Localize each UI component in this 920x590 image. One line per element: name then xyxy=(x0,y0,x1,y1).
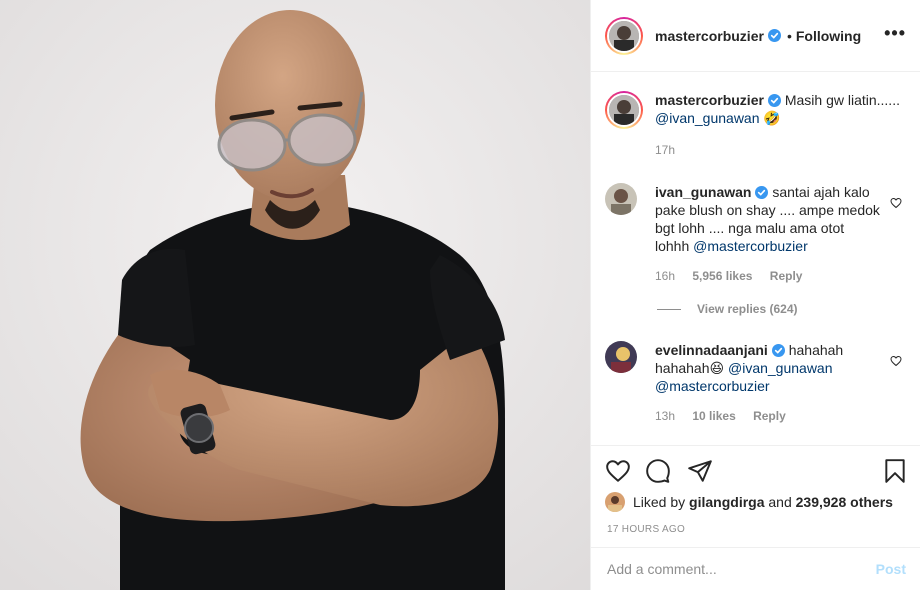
avatar-image xyxy=(605,492,625,512)
caption-avatar[interactable] xyxy=(605,91,643,129)
verified-badge-icon xyxy=(771,344,785,357)
comment-mention[interactable]: @mastercorbuzier xyxy=(655,378,770,394)
avatar-image xyxy=(605,341,637,373)
like-comment-heart-icon[interactable] xyxy=(890,197,902,209)
comment-item: evelinnadaanjani hahahah hahahah😆 @ivan_… xyxy=(605,341,906,425)
separator-dot: • xyxy=(786,27,792,44)
liked-by-summary: Liked by gilangdirga and 239,928 others xyxy=(605,492,893,512)
comment-likes[interactable]: 10 likes xyxy=(692,409,735,423)
comments-section: mastercorbuzier Masih gw liatin...... @i… xyxy=(591,73,920,445)
view-replies-label: View replies (624) xyxy=(697,302,798,316)
caption-text: Masih gw liatin...... xyxy=(784,92,900,108)
more-options-icon[interactable]: ••• xyxy=(884,24,906,42)
commenter-avatar[interactable] xyxy=(605,183,637,215)
verified-badge-icon xyxy=(767,29,781,42)
caption-username[interactable]: mastercorbuzier xyxy=(655,92,764,108)
liked-by-prefix: Liked by xyxy=(633,494,686,510)
author-username[interactable]: mastercorbuzier xyxy=(655,28,764,44)
add-comment-input[interactable] xyxy=(607,561,876,577)
verified-badge-icon xyxy=(767,94,781,107)
liked-by-others[interactable]: 239,928 others xyxy=(796,494,893,510)
comment-time[interactable]: 13h xyxy=(655,409,675,423)
post-comment-button[interactable]: Post xyxy=(876,561,906,577)
comment-mention[interactable]: @ivan_gunawan xyxy=(728,360,833,376)
add-comment-bar: Post xyxy=(591,547,920,590)
verified-badge-icon xyxy=(755,186,769,199)
avatar-image xyxy=(609,95,639,125)
caption-time[interactable]: 17h xyxy=(655,143,675,157)
following-button[interactable]: Following xyxy=(796,28,861,44)
liked-by-and: and xyxy=(768,494,792,510)
like-comment-heart-icon[interactable] xyxy=(890,355,902,367)
comment-bubble-icon[interactable] xyxy=(645,458,671,484)
save-bookmark-icon[interactable] xyxy=(882,458,908,484)
reply-button[interactable]: Reply xyxy=(753,409,786,423)
liker-avatar[interactable] xyxy=(605,492,625,512)
post-actions: Liked by gilangdirga and 239,928 others … xyxy=(591,445,920,541)
post-side-panel: mastercorbuzier • Following ••• masterco… xyxy=(590,0,920,590)
comment-likes[interactable]: 5,956 likes xyxy=(692,269,752,283)
caption: mastercorbuzier Masih gw liatin...... @i… xyxy=(605,91,906,159)
reply-button[interactable]: Reply xyxy=(770,269,803,283)
avatar-image xyxy=(609,20,639,51)
comment-username[interactable]: evelinnadaanjani xyxy=(655,342,768,358)
share-paper-plane-icon[interactable] xyxy=(687,458,713,484)
divider-line xyxy=(657,308,681,310)
photo-illustration xyxy=(0,0,590,590)
comment-time[interactable]: 16h xyxy=(655,269,675,283)
view-replies-button[interactable]: View replies (624) xyxy=(657,302,798,316)
like-heart-icon[interactable] xyxy=(605,458,631,484)
comment-mention[interactable]: @mastercorbuzier xyxy=(693,238,808,254)
post-header: mastercorbuzier • Following ••• xyxy=(591,0,920,72)
commenter-avatar[interactable] xyxy=(605,341,637,373)
caption-mention[interactable]: @ivan_gunawan xyxy=(655,110,760,126)
author-avatar[interactable] xyxy=(605,16,643,55)
post-timestamp[interactable]: 17 HOURS AGO xyxy=(607,524,685,535)
comment-username[interactable]: ivan_gunawan xyxy=(655,184,751,200)
caption-emoji: 🤣 xyxy=(763,110,781,126)
liked-by-user[interactable]: gilangdirga xyxy=(689,494,764,510)
post-photo[interactable] xyxy=(0,0,590,590)
avatar-image xyxy=(605,183,637,215)
comment-item: ivan_gunawan santai ajah kalo pake blush… xyxy=(605,183,906,285)
